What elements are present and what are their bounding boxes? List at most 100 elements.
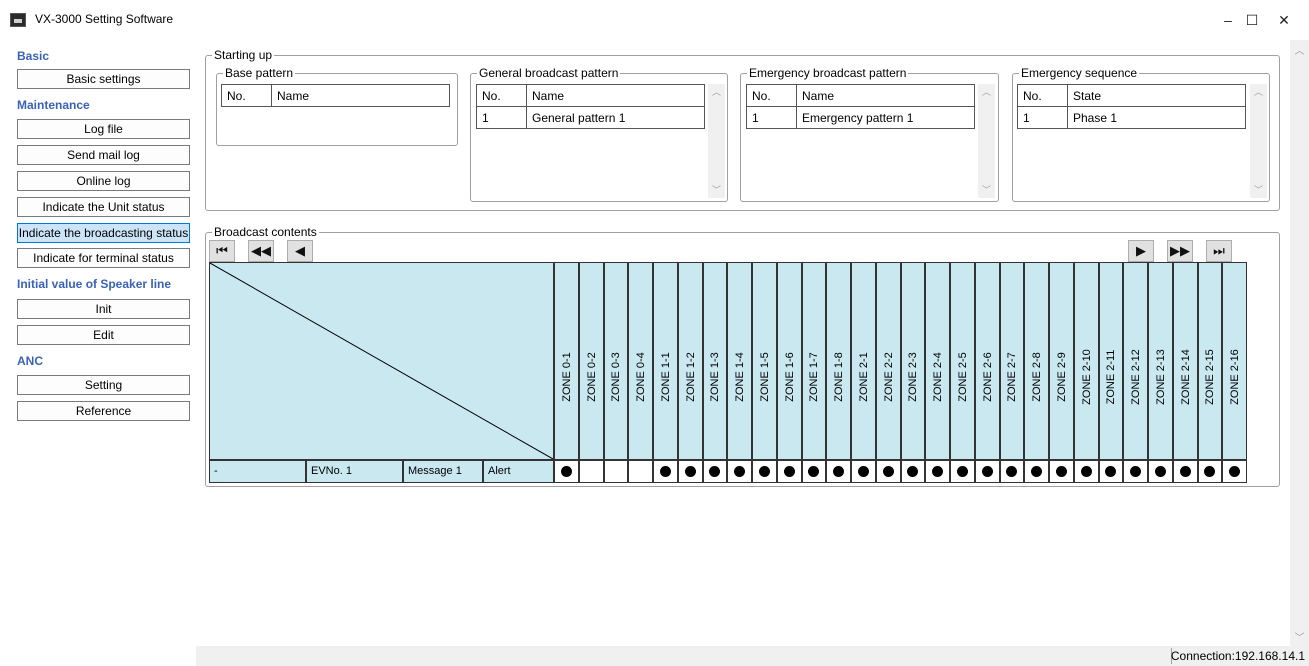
next-button[interactable]: ▶ — [1128, 240, 1154, 262]
zone-header: ZONE 2-11 — [1099, 262, 1123, 460]
zone-label: ZONE 2-8 — [1030, 352, 1043, 402]
zone-header: ZONE 2-7 — [1000, 262, 1024, 460]
table-row[interactable]: 1 Emergency pattern 1 — [746, 106, 975, 129]
zone-status-cell[interactable] — [727, 460, 752, 483]
zone-status-cell[interactable] — [802, 460, 826, 483]
reference-button[interactable]: Reference — [17, 401, 190, 421]
emergency-sequence-scrollbar[interactable]: ︿ ﹀ — [1250, 84, 1267, 198]
zone-status-cell[interactable] — [1099, 460, 1123, 483]
zone-label: ZONE 2-9 — [1055, 352, 1068, 402]
col-no: No. — [476, 84, 527, 107]
col-no: No. — [746, 84, 797, 107]
zone-status-cell[interactable] — [1000, 460, 1024, 483]
section-basic: Basic — [17, 49, 50, 63]
basic-settings-button[interactable]: Basic settings — [17, 69, 190, 89]
scroll-down-icon[interactable]: ﹀ — [1250, 182, 1267, 198]
zone-label: ZONE 1-7 — [808, 352, 820, 402]
zone-status-cell[interactable] — [950, 460, 975, 483]
emergency-sequence-title: Emergency sequence — [1019, 66, 1140, 80]
status-bar: Connection:192.168.14.1 — [196, 646, 1309, 666]
zone-status-cell[interactable] — [554, 460, 579, 483]
window-title: VX-3000 Setting Software — [35, 12, 174, 26]
prev-fast-button[interactable]: ◀◀ — [248, 240, 274, 262]
zone-status-cell[interactable] — [703, 460, 727, 483]
emergency-pattern-table: No. Name 1 Emergency pattern 1 — [746, 84, 975, 129]
zone-status-cell[interactable] — [777, 460, 802, 483]
zone-label: ZONE 2-13 — [1154, 349, 1167, 405]
next-fast-button[interactable]: ▶▶ — [1167, 240, 1193, 262]
section-anc: ANC — [17, 354, 43, 368]
zone-status-cell[interactable] — [1123, 460, 1148, 483]
zone-status-cell[interactable] — [1074, 460, 1099, 483]
zone-status-cell[interactable] — [1049, 460, 1074, 483]
zone-header: ZONE 0-2 — [579, 262, 604, 460]
zone-status-cell[interactable] — [604, 460, 628, 483]
scroll-up-icon[interactable]: ︿ — [708, 84, 725, 100]
col-state: State — [1067, 84, 1246, 107]
scroll-down-icon[interactable]: ﹀ — [1290, 629, 1309, 644]
zone-label: ZONE 2-6 — [981, 352, 994, 402]
row-col-a: - — [209, 460, 306, 483]
main-scrollbar[interactable]: ︿ ﹀ — [1290, 40, 1309, 646]
init-button[interactable]: Init — [17, 299, 190, 319]
edit-button[interactable]: Edit — [17, 325, 190, 345]
zone-status-cell[interactable] — [925, 460, 950, 483]
last-page-button[interactable]: ⏭ — [1206, 240, 1232, 262]
zone-status-cell[interactable] — [579, 460, 604, 483]
scroll-down-icon[interactable]: ﹀ — [708, 182, 725, 198]
zone-label: ZONE 2-2 — [882, 352, 895, 402]
close-button[interactable]: ✕ — [1269, 8, 1299, 32]
row-no: 1 — [746, 106, 797, 129]
scroll-down-icon[interactable]: ﹀ — [978, 182, 995, 198]
zone-label: ZONE 2-12 — [1129, 349, 1142, 405]
prev-button[interactable]: ◀ — [287, 240, 313, 262]
zone-label: ZONE 0-1 — [560, 352, 573, 402]
zone-status-cell[interactable] — [628, 460, 653, 483]
send-mail-log-button[interactable]: Send mail log — [17, 145, 190, 165]
zone-status-cell[interactable] — [1148, 460, 1173, 483]
zone-status-cell[interactable] — [901, 460, 925, 483]
setting-button[interactable]: Setting — [17, 375, 190, 395]
zone-header: ZONE 0-4 — [628, 262, 653, 460]
zone-label: ZONE 1-8 — [832, 352, 845, 402]
general-pattern-scrollbar[interactable]: ︿ ﹀ — [708, 84, 725, 198]
broadcasting-status-button[interactable]: Indicate the broadcasting status — [17, 223, 190, 243]
first-page-button[interactable]: ⏮ — [209, 240, 235, 262]
zone-label: ZONE 2-10 — [1080, 349, 1093, 405]
zone-status-cell[interactable] — [752, 460, 777, 483]
zone-status-cell[interactable] — [1173, 460, 1198, 483]
zone-header: ZONE 2-8 — [1024, 262, 1049, 460]
zone-status-cell[interactable] — [1198, 460, 1222, 483]
zone-header: ZONE 1-7 — [802, 262, 826, 460]
row-no: 1 — [476, 106, 527, 129]
zone-status-cell[interactable] — [975, 460, 1000, 483]
zone-status-cell[interactable] — [1222, 460, 1247, 483]
emergency-sequence-table: No. State 1 Phase 1 — [1017, 84, 1246, 129]
zone-status-cell[interactable] — [876, 460, 901, 483]
zone-status-cell[interactable] — [678, 460, 703, 483]
log-file-button[interactable]: Log file — [17, 119, 190, 139]
scroll-up-icon[interactable]: ︿ — [1290, 42, 1309, 57]
zone-label: ZONE 1-6 — [783, 352, 796, 402]
unit-status-button[interactable]: Indicate the Unit status — [17, 197, 190, 217]
table-row[interactable]: 1 General pattern 1 — [476, 106, 705, 129]
table-row[interactable]: 1 Phase 1 — [1017, 106, 1246, 129]
zone-label: ZONE 2-15 — [1204, 349, 1216, 405]
zone-label: ZONE 2-7 — [1006, 352, 1018, 402]
emergency-pattern-scrollbar[interactable]: ︿ ﹀ — [978, 84, 995, 198]
zone-label: ZONE 2-11 — [1105, 349, 1117, 405]
zone-status-cell[interactable] — [1024, 460, 1049, 483]
zone-status-cell[interactable] — [653, 460, 678, 483]
scroll-up-icon[interactable]: ︿ — [978, 84, 995, 100]
scroll-up-icon[interactable]: ︿ — [1250, 84, 1267, 100]
zone-header: ZONE 1-3 — [703, 262, 727, 460]
zone-status-cell[interactable] — [851, 460, 876, 483]
zone-label: ZONE 2-1 — [857, 352, 870, 402]
maximize-button[interactable]: ☐ — [1237, 8, 1267, 32]
row-type: Alert — [483, 460, 554, 483]
terminal-status-button[interactable]: Indicate for terminal status — [17, 248, 190, 268]
online-log-button[interactable]: Online log — [17, 171, 190, 191]
broadcast-contents-title: Broadcast contents — [212, 225, 319, 239]
zone-status-cell[interactable] — [826, 460, 851, 483]
zone-label: ZONE 2-3 — [907, 352, 919, 402]
